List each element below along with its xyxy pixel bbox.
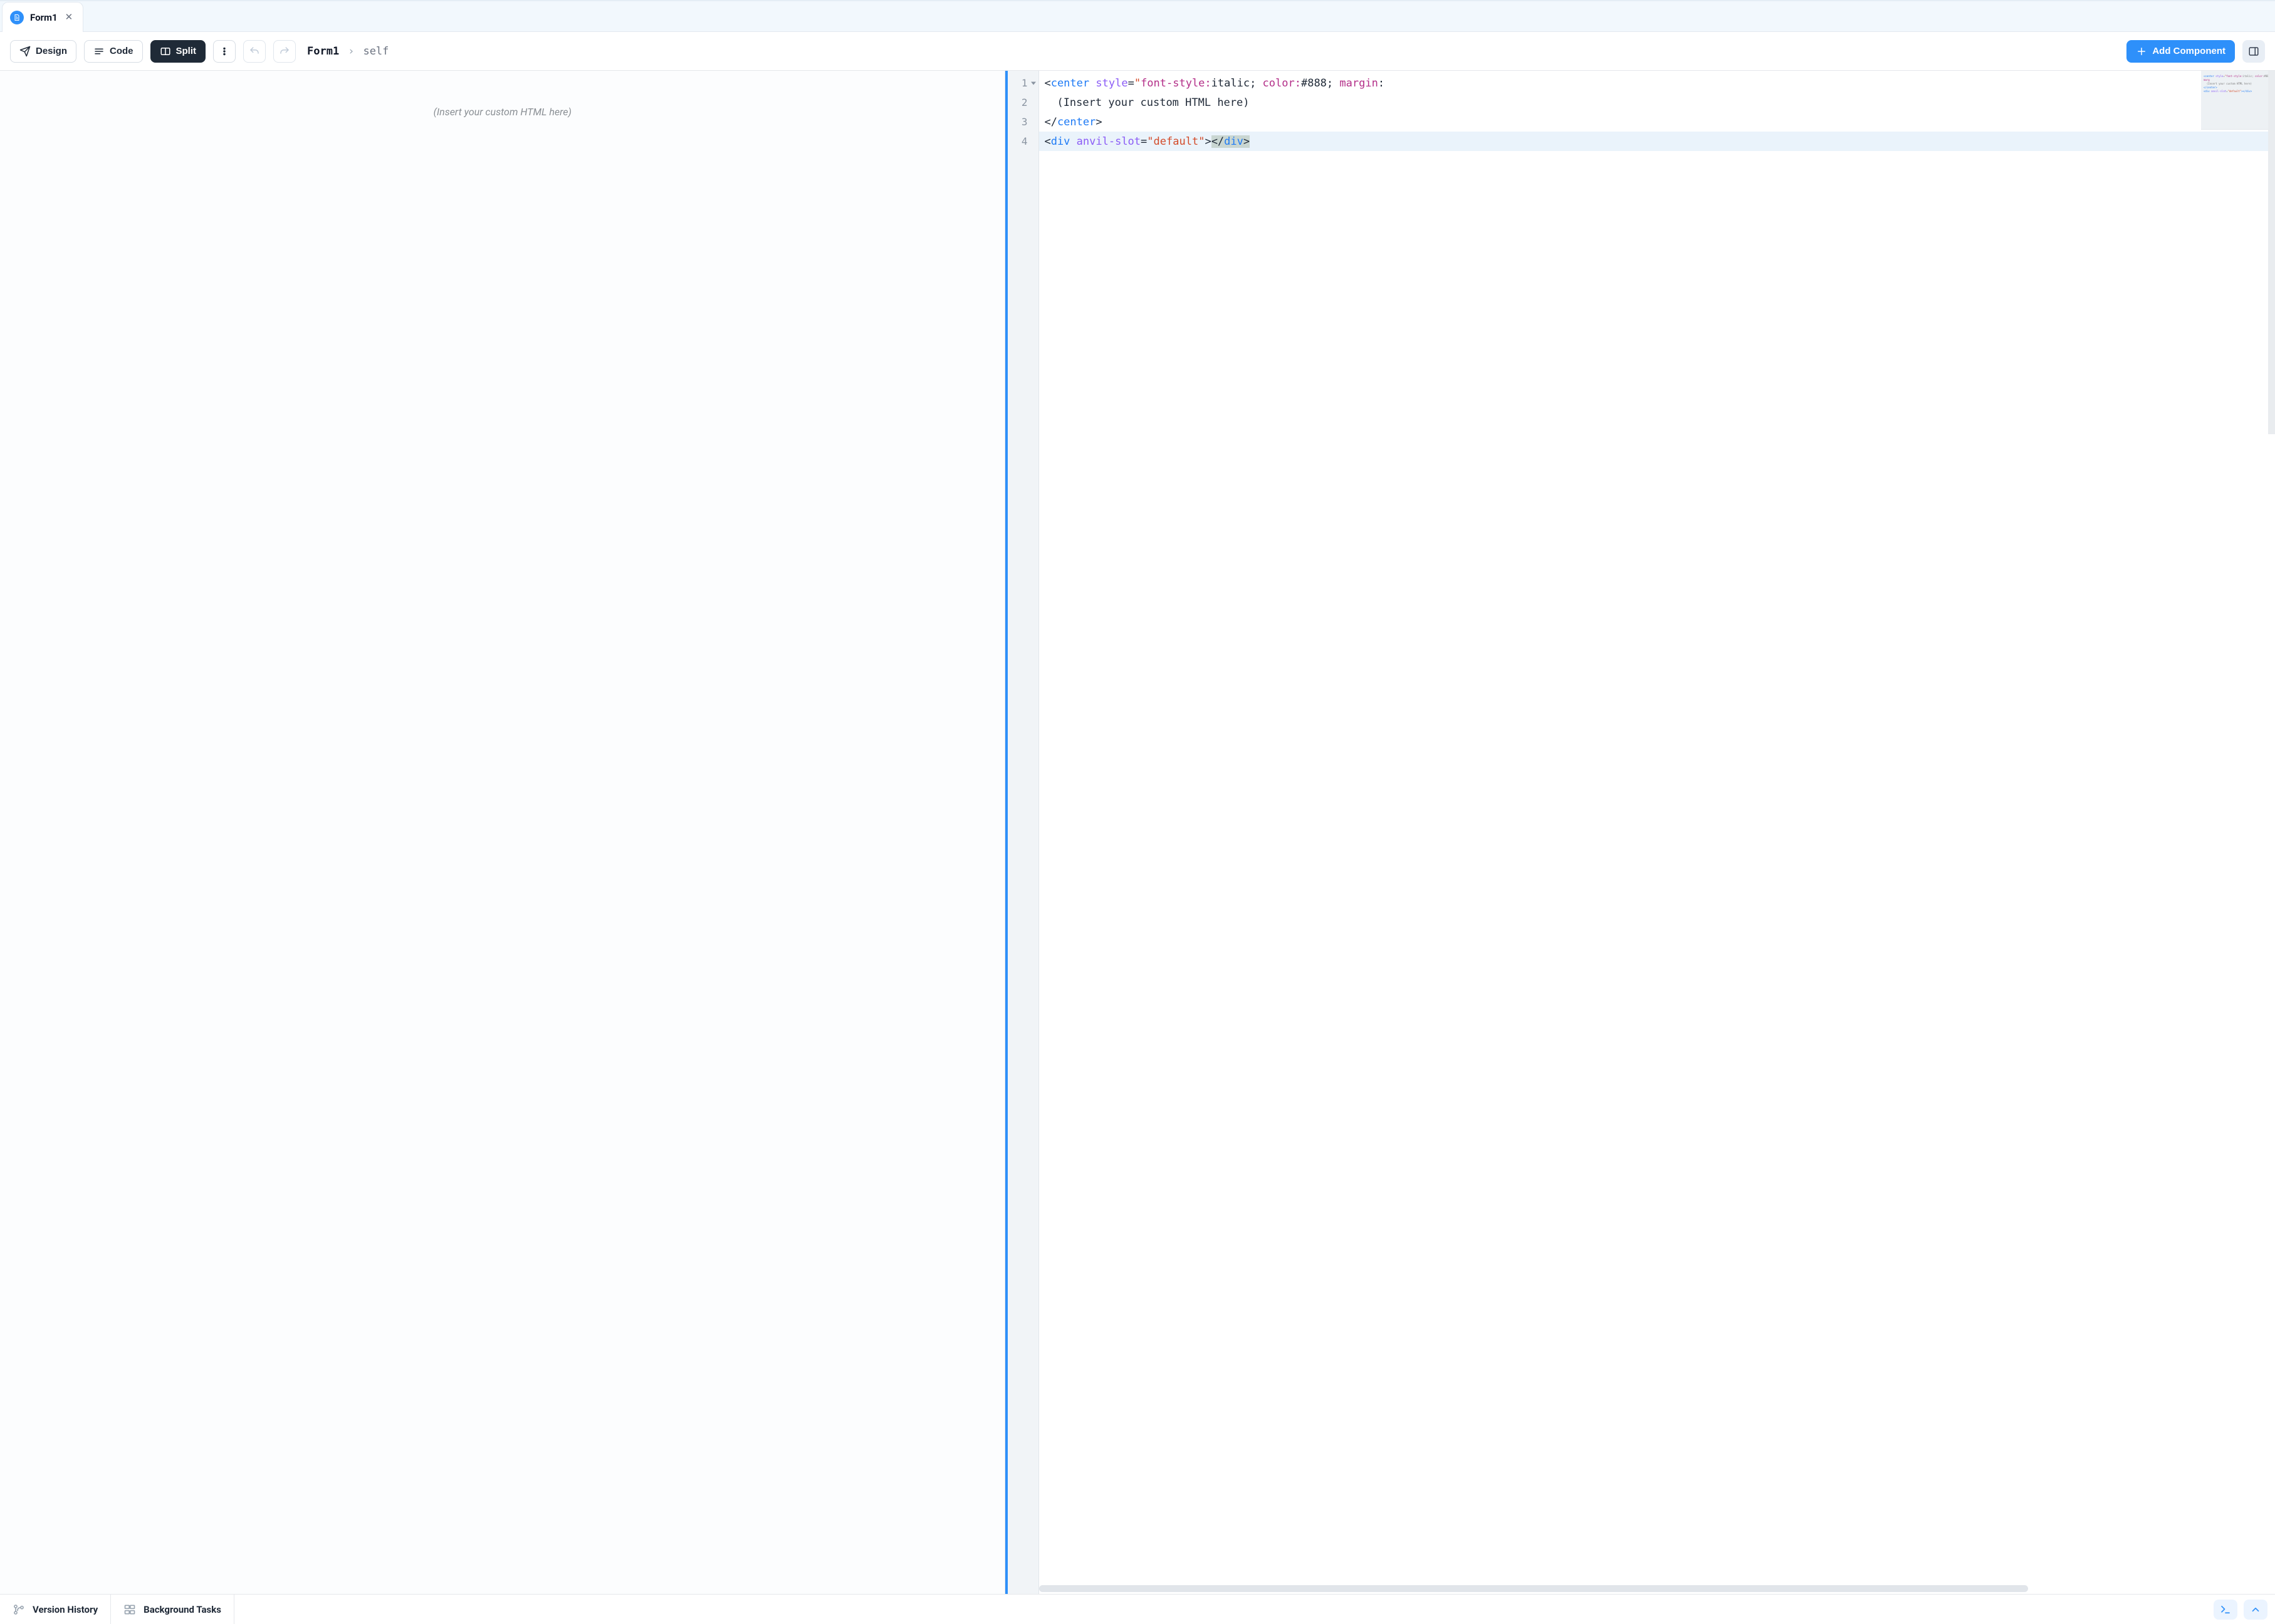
background-tasks-label: Background Tasks bbox=[144, 1604, 221, 1615]
chevron-up-icon bbox=[2250, 1604, 2261, 1615]
tab-title: Form1 bbox=[30, 12, 58, 23]
line-number: 4 bbox=[1008, 132, 1038, 151]
version-history-label: Version History bbox=[33, 1604, 98, 1615]
undo-button[interactable] bbox=[243, 40, 266, 63]
design-button[interactable]: Design bbox=[10, 40, 76, 63]
editor-minimap[interactable]: <center style="font-style:italic; color:… bbox=[2201, 71, 2275, 130]
bottom-bar: Version History Background Tasks bbox=[0, 1594, 2275, 1624]
breadcrumb-root[interactable]: Form1 bbox=[307, 45, 339, 58]
editor-vertical-scrollbar[interactable] bbox=[2268, 71, 2275, 434]
console-button[interactable] bbox=[2214, 1600, 2237, 1620]
editor-horizontal-scrollbar[interactable] bbox=[1039, 1585, 2027, 1592]
code-line[interactable]: <div anvil-slot="default"></div> bbox=[1039, 132, 2275, 151]
code-button[interactable]: Code bbox=[84, 40, 143, 63]
more-button[interactable] bbox=[213, 40, 236, 63]
line-number: 3 bbox=[1008, 112, 1038, 132]
split-button[interactable]: Split bbox=[150, 40, 206, 63]
design-label: Design bbox=[36, 46, 67, 56]
toolbar: Design Code Split Form1 › self Add Compo… bbox=[0, 32, 2275, 71]
code-line[interactable]: (Insert your custom HTML here) bbox=[1039, 93, 2275, 112]
line-number-gutter: 1 2 3 4 bbox=[1008, 71, 1039, 1594]
preview-placeholder: (Insert your custom HTML here) bbox=[434, 106, 572, 1594]
form-icon bbox=[10, 11, 24, 24]
code-line[interactable]: </center> bbox=[1039, 112, 2275, 132]
version-history-button[interactable]: Version History bbox=[0, 1595, 111, 1624]
tab-strip: Form1 ✕ bbox=[0, 0, 2275, 32]
collapse-panel-button[interactable] bbox=[2244, 1600, 2267, 1620]
code-editor[interactable]: <center style="font-style:italic; color:… bbox=[1039, 71, 2275, 1594]
add-component-label: Add Component bbox=[2152, 46, 2225, 56]
redo-button[interactable] bbox=[273, 40, 296, 63]
breadcrumb-leaf[interactable]: self bbox=[363, 45, 389, 58]
breadcrumb: Form1 › self bbox=[307, 45, 389, 58]
design-preview-pane[interactable]: (Insert your custom HTML here) bbox=[0, 71, 1005, 1594]
code-editor-pane: 1 2 3 4 <center style="font-style:italic… bbox=[1005, 71, 2275, 1594]
code-line[interactable]: <center style="font-style:italic; color:… bbox=[1039, 73, 2275, 93]
main-split: (Insert your custom HTML here) 1 2 3 4 <… bbox=[0, 71, 2275, 1594]
layout-toggle-button[interactable] bbox=[2242, 40, 2265, 63]
terminal-icon bbox=[2220, 1604, 2231, 1615]
tab-form1[interactable]: Form1 ✕ bbox=[2, 2, 83, 32]
split-label: Split bbox=[176, 46, 197, 56]
add-component-button[interactable]: Add Component bbox=[2126, 40, 2235, 63]
chevron-right-icon: › bbox=[348, 45, 354, 58]
tasks-icon bbox=[123, 1603, 136, 1616]
close-icon[interactable]: ✕ bbox=[64, 11, 75, 23]
code-label: Code bbox=[110, 46, 133, 56]
background-tasks-button[interactable]: Background Tasks bbox=[111, 1595, 234, 1624]
git-branch-icon bbox=[13, 1603, 25, 1616]
line-number: 2 bbox=[1008, 93, 1038, 112]
line-number[interactable]: 1 bbox=[1008, 73, 1038, 93]
